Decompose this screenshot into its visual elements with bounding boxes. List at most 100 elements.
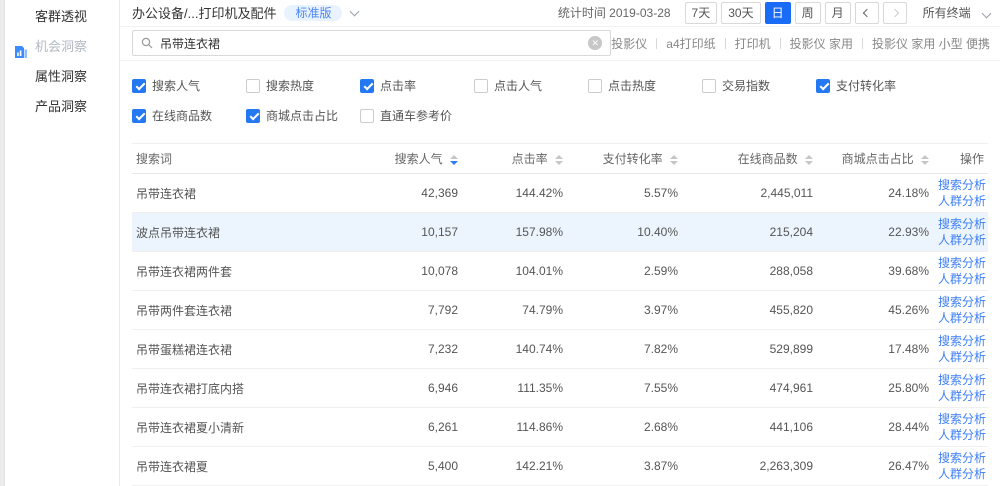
- sidebar-item-customer-insight[interactable]: 客群透视: [5, 2, 119, 32]
- date-button-7d[interactable]: 7天: [684, 1, 718, 24]
- table-row: 吊带连衣裙两件套 10,078 104.01% 2.59% 288,058 39…: [132, 251, 988, 291]
- table-row: 吊带连衣裙打底内搭 6,946 111.35% 7.55% 474,961 25…: [132, 368, 988, 408]
- chevron-down-icon[interactable]: [350, 6, 360, 17]
- keyword-cell: 吊带连衣裙: [132, 173, 352, 213]
- col-header-keyword: 搜索词: [132, 143, 352, 174]
- keyword-cell: 吊带连衣裙打底内搭: [132, 368, 352, 408]
- date-button-day[interactable]: 日: [764, 1, 791, 24]
- search-analysis-link[interactable]: 搜索分析: [937, 333, 986, 349]
- checkbox-icon: [132, 108, 146, 123]
- date-button-30d[interactable]: 30天: [721, 1, 761, 24]
- hot-word-link[interactable]: 投影仪 家用: [790, 35, 853, 52]
- filter-row-2: 在线商品数 商城点击占比 直通车参考价: [132, 107, 988, 124]
- app-window: 客群透视 机会洞察 属性洞察 产品洞察 办公设备/...打印机及配件 标准版 统…: [0, 0, 1000, 486]
- sort-icon[interactable]: [805, 154, 813, 165]
- hot-word-link[interactable]: 投影仪 家用 小型 便携: [872, 35, 990, 52]
- checkbox-icon: [588, 78, 602, 93]
- search-analysis-link[interactable]: 搜索分析: [937, 411, 986, 427]
- hot-words-list: 投影仪 a4打印纸 打印机 投影仪 家用 投影仪 家用 小型 便携: [611, 35, 990, 52]
- metric-filters: 搜索人气 搜索热度 点击率 点击人气 点击热度 交易指数 支付转化率 在线商品数…: [120, 61, 1000, 143]
- breadcrumb: 办公设备/...打印机及配件: [132, 6, 277, 22]
- chevron-down-icon: [981, 8, 992, 19]
- keyword-cell: 吊带连衣裙夏: [132, 446, 352, 486]
- terminal-selector[interactable]: 所有终端: [922, 4, 992, 21]
- table-row: 吊带连衣裙夏小清新 6,261 114.86% 2.68% 441,106 28…: [132, 407, 988, 447]
- checkbox-icon: [474, 78, 488, 93]
- keyword-cell: 吊带蛋糕裙连衣裙: [132, 329, 352, 369]
- sidebar-item-product-insight[interactable]: 产品洞察: [5, 92, 119, 122]
- version-badge[interactable]: 标准版: [284, 4, 343, 21]
- checkbox-search-popularity[interactable]: 搜索人气: [132, 77, 246, 94]
- crowd-analysis-link[interactable]: 人群分析: [937, 232, 986, 248]
- sort-icon[interactable]: [921, 154, 929, 165]
- checkbox-search-heat[interactable]: 搜索热度: [246, 77, 360, 94]
- filter-row-1: 搜索人气 搜索热度 点击率 点击人气 点击热度 交易指数 支付转化率: [132, 77, 988, 94]
- table-row: 吊带连衣裙夏 5,400 142.21% 3.87% 2,263,309 26.…: [132, 446, 988, 486]
- col-header-online-products[interactable]: 在线商品数: [682, 143, 817, 174]
- next-date-button[interactable]: [882, 1, 907, 24]
- sort-icon[interactable]: [670, 154, 678, 165]
- col-header-search-popularity[interactable]: 搜索人气: [352, 143, 462, 174]
- checkbox-icon: [246, 108, 260, 123]
- checkbox-ztc-ref-price[interactable]: 直通车参考价: [360, 107, 474, 124]
- hot-word-link[interactable]: a4打印纸: [666, 35, 715, 52]
- checkbox-transaction-index[interactable]: 交易指数: [702, 77, 816, 94]
- table-row: 吊带蛋糕裙连衣裙 7,232 140.74% 7.82% 529,899 17.…: [132, 329, 988, 369]
- hot-word-link[interactable]: 投影仪: [611, 35, 647, 52]
- col-header-click-rate[interactable]: 点击率: [462, 143, 567, 174]
- checkbox-click-rate[interactable]: 点击率: [360, 77, 474, 94]
- topbar: 办公设备/...打印机及配件 标准版 统计时间 2019-03-28 7天 30…: [120, 0, 1000, 27]
- checkbox-icon: [702, 78, 716, 93]
- crowd-analysis-link[interactable]: 人群分析: [937, 349, 986, 365]
- terminal-selector-label: 所有终端: [922, 6, 971, 21]
- col-header-mall-click-share[interactable]: 商城点击占比: [817, 143, 933, 174]
- checkbox-icon: [360, 108, 374, 123]
- search-analysis-link[interactable]: 搜索分析: [937, 216, 986, 232]
- search-input[interactable]: 吊带连衣裙 ✕: [132, 30, 612, 57]
- prev-date-button[interactable]: [854, 1, 879, 24]
- table-row-highlighted: 波点吊带连衣裙 10,157 157.98% 10.40% 215,204 22…: [132, 212, 988, 252]
- crowd-analysis-link[interactable]: 人群分析: [937, 310, 986, 326]
- clear-search-icon[interactable]: ✕: [588, 36, 603, 51]
- checkbox-click-heat[interactable]: 点击热度: [588, 77, 702, 94]
- sidebar-item-opportunity-insight[interactable]: 机会洞察: [5, 32, 119, 62]
- crowd-analysis-link[interactable]: 人群分析: [937, 466, 986, 482]
- table-header-row: 搜索词 搜索人气 点击率 支付转化率 在线商品数 商城点击占比 操作: [132, 143, 988, 174]
- search-input-value: 吊带连衣裙: [160, 36, 221, 51]
- crowd-analysis-link[interactable]: 人群分析: [937, 193, 986, 209]
- sidebar: 客群透视 机会洞察 属性洞察 产品洞察: [5, 0, 120, 486]
- divider: [779, 37, 781, 49]
- checkbox-online-products[interactable]: 在线商品数: [132, 107, 246, 124]
- sort-icon[interactable]: [555, 154, 563, 165]
- hot-word-link[interactable]: 打印机: [735, 35, 771, 52]
- divider: [861, 37, 863, 49]
- crowd-analysis-link[interactable]: 人群分析: [937, 271, 986, 287]
- search-icon: [141, 38, 153, 49]
- keyword-cell: 吊带两件套连衣裙: [132, 290, 352, 330]
- date-range-button-group: 7天 30天 日 周 月: [684, 1, 907, 24]
- search-analysis-link[interactable]: 搜索分析: [937, 450, 986, 466]
- search-analysis-link[interactable]: 搜索分析: [937, 294, 986, 310]
- document-chart-icon: [14, 40, 28, 58]
- keyword-cell: 波点吊带连衣裙: [132, 212, 352, 252]
- checkbox-icon: [816, 78, 830, 93]
- checkbox-icon: [360, 78, 374, 93]
- search-analysis-link[interactable]: 搜索分析: [937, 372, 986, 388]
- col-header-pay-conversion[interactable]: 支付转化率: [567, 143, 682, 174]
- search-analysis-link[interactable]: 搜索分析: [937, 177, 986, 193]
- checkbox-click-popularity[interactable]: 点击人气: [474, 77, 588, 94]
- sidebar-item-label: 机会洞察: [35, 39, 88, 54]
- checkbox-icon: [132, 78, 146, 93]
- crowd-analysis-link[interactable]: 人群分析: [937, 427, 986, 443]
- date-button-week[interactable]: 周: [794, 1, 821, 24]
- search-row: 吊带连衣裙 ✕ 投影仪 a4打印纸 打印机 投影仪 家用 投影仪 家用 小型 便…: [120, 27, 1000, 61]
- search-analysis-link[interactable]: 搜索分析: [937, 255, 986, 271]
- sort-icon[interactable]: [450, 154, 458, 165]
- date-button-month[interactable]: 月: [824, 1, 851, 24]
- checkbox-pay-conversion[interactable]: 支付转化率: [816, 77, 930, 94]
- checkbox-mall-click-share[interactable]: 商城点击占比: [246, 107, 360, 124]
- divider: [724, 37, 726, 49]
- crowd-analysis-link[interactable]: 人群分析: [937, 388, 986, 404]
- checkbox-icon: [246, 78, 260, 93]
- sidebar-item-attribute-insight[interactable]: 属性洞察: [5, 62, 119, 92]
